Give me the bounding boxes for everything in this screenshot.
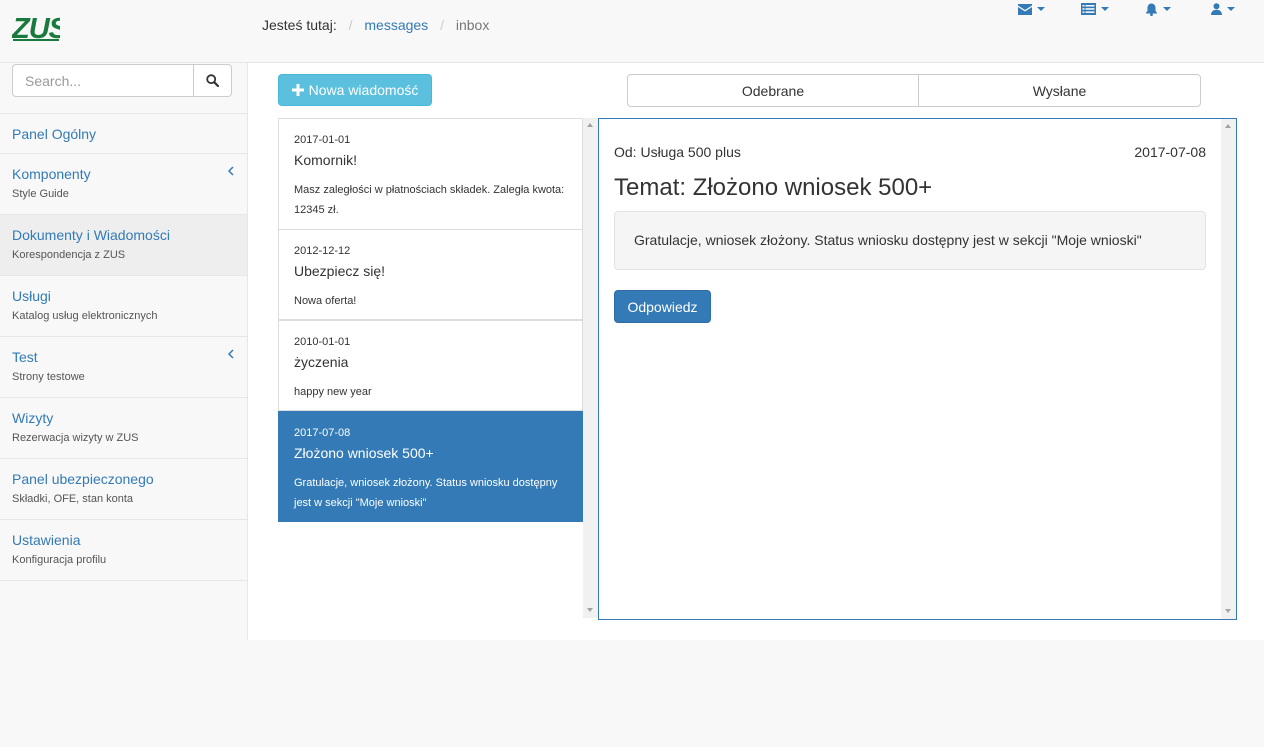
sidebar-item-subtitle: Korespondencja z ZUS	[12, 249, 126, 261]
sidebar-item-subtitle: Rezerwacja wizyty w ZUS	[12, 432, 139, 444]
breadcrumb-link-messages[interactable]: messages	[364, 17, 428, 33]
message-body: Gratulacje, wniosek złożony. Status wnio…	[614, 211, 1206, 270]
sidebar-item-subtitle: Style Guide	[12, 188, 69, 200]
sidebar-item-subtitle: Składki, OFE, stan konta	[12, 493, 134, 505]
tab-received[interactable]: Odebrane	[627, 74, 919, 107]
breadcrumb: Jesteś tutaj: / messages / inbox	[262, 17, 489, 33]
scroll-up-arrow-icon[interactable]	[587, 123, 593, 127]
scroll-down-arrow-icon[interactable]	[587, 608, 593, 612]
search-input[interactable]	[12, 64, 194, 97]
chevron-left-icon	[227, 166, 234, 176]
message-list: 2017-01-01 Komornik! Masz zaległości w p…	[278, 118, 583, 618]
list-icon	[1081, 3, 1096, 15]
sidebar-menu: Panel Ogólny Komponenty Style Guide Doku…	[0, 113, 247, 581]
message-from: Od: Usługa 500 plus	[614, 144, 741, 160]
sidebar-item-komponenty[interactable]: Komponenty Style Guide	[0, 154, 247, 215]
sidebar-item-uslugi[interactable]: Usługi Katalog usług elektronicznych	[0, 276, 247, 337]
message-detail-subject: Temat: Złożono wniosek 500+	[614, 174, 933, 201]
message-subject: Komornik!	[294, 152, 358, 168]
envelope-icon	[1018, 3, 1032, 15]
sidebar-item-title: Dokumenty i Wiadomości	[12, 227, 170, 243]
main-content: Nowa wiadomość Odebrane Wysłane 2017-01-…	[248, 63, 1264, 640]
message-subject: Złożono wniosek 500+	[294, 445, 434, 461]
message-preview: Gratulacje, wniosek złożony. Status wnio…	[294, 477, 558, 509]
breadcrumb-current: inbox	[455, 17, 490, 33]
message-item[interactable]: 2012-12-12 Ubezpiecz się! Nowa oferta!	[278, 229, 583, 320]
sidebar-item-title: Wizyty	[12, 410, 54, 426]
bell-icon	[1146, 3, 1157, 16]
sidebar-item-dokumenty[interactable]: Dokumenty i Wiadomości Korespondencja z …	[0, 215, 247, 276]
message-date: 2012-12-12	[294, 245, 351, 257]
sidebar-item-subtitle: Strony testowe	[12, 371, 85, 383]
message-item-selected[interactable]: 2017-07-08 Złożono wniosek 500+ Gratulac…	[278, 411, 583, 522]
message-preview: Masz zaległości w płatnościach składek. …	[294, 184, 565, 216]
sidebar-item-title: Panel Ogólny	[12, 126, 97, 142]
message-item[interactable]: 2017-01-01 Komornik! Masz zaległości w p…	[278, 118, 583, 230]
top-navbar: ZUS Jesteś tutaj: / messages / inbox	[0, 0, 1264, 63]
breadcrumb-separator: /	[440, 17, 444, 33]
scroll-up-arrow-icon[interactable]	[1225, 124, 1231, 128]
search-icon	[206, 74, 219, 87]
message-subject: Ubezpiecz się!	[294, 263, 386, 279]
sidebar-item-panel-ubezpieczonego[interactable]: Panel ubezpieczonego Składki, OFE, stan …	[0, 459, 247, 520]
message-detail-panel: Od: Usługa 500 plus 2017-07-08 Temat: Zł…	[598, 118, 1237, 620]
message-subject: życzenia	[294, 354, 349, 370]
sidebar-item-subtitle: Konfiguracja profilu	[12, 554, 107, 566]
zus-logo[interactable]: ZUS	[11, 11, 70, 45]
message-detail-date: 2017-07-08	[1134, 144, 1206, 160]
sidebar-item-ustawienia[interactable]: Ustawienia Konfiguracja profilu	[0, 520, 247, 581]
message-date: 2017-07-08	[294, 427, 351, 439]
sidebar-item-title: Test	[12, 349, 38, 365]
notifications-menu[interactable]	[1145, 0, 1171, 18]
message-item[interactable]: 2010-01-01 życzenia happy new year	[278, 320, 583, 411]
chevron-left-icon	[227, 349, 234, 359]
message-preview: happy new year	[294, 386, 372, 398]
caret-down-icon	[1037, 7, 1045, 11]
message-date: 2010-01-01	[294, 336, 351, 348]
scroll-down-arrow-icon[interactable]	[1225, 609, 1231, 613]
reply-button[interactable]: Odpowiedz	[614, 290, 711, 323]
sidebar-item-test[interactable]: Test Strony testowe	[0, 337, 247, 398]
page-footer-area	[248, 640, 1264, 747]
message-list-scrollbar[interactable]	[583, 118, 598, 618]
search-button[interactable]	[194, 64, 232, 97]
user-icon	[1211, 3, 1222, 15]
breadcrumb-separator: /	[348, 17, 353, 33]
sidebar-item-title: Usługi	[12, 288, 51, 304]
message-preview: Nowa oferta!	[294, 295, 357, 307]
sidebar-item-subtitle: Katalog usług elektronicznych	[12, 310, 158, 322]
user-menu[interactable]	[1211, 0, 1235, 18]
search-group	[12, 64, 232, 97]
envelope-menu[interactable]	[1018, 0, 1045, 18]
sidebar-item-title: Komponenty	[12, 166, 91, 182]
list-menu[interactable]	[1081, 0, 1109, 18]
sidebar-item-wizyty[interactable]: Wizyty Rezerwacja wizyty w ZUS	[0, 398, 247, 459]
message-tabs: Odebrane Wysłane	[627, 74, 1202, 107]
sidebar-item-title: Ustawienia	[12, 532, 81, 548]
caret-down-icon	[1227, 7, 1235, 11]
tab-sent[interactable]: Wysłane	[918, 74, 1201, 107]
caret-down-icon	[1163, 7, 1171, 11]
new-message-label: Nowa wiadomość	[308, 82, 419, 98]
sidebar-item-title: Panel ubezpieczonego	[12, 471, 154, 487]
svg-text:ZUS: ZUS	[12, 13, 60, 43]
new-message-button[interactable]: Nowa wiadomość	[278, 74, 432, 106]
sidebar-item-panel-ogolny[interactable]: Panel Ogólny	[0, 114, 247, 154]
message-detail-scrollbar[interactable]	[1221, 119, 1236, 619]
plus-icon	[291, 84, 304, 96]
sidebar: Panel Ogólny Komponenty Style Guide Doku…	[0, 63, 248, 640]
breadcrumb-label: Jesteś tutaj:	[262, 17, 337, 33]
message-date: 2017-01-01	[294, 134, 351, 146]
caret-down-icon	[1101, 7, 1109, 11]
